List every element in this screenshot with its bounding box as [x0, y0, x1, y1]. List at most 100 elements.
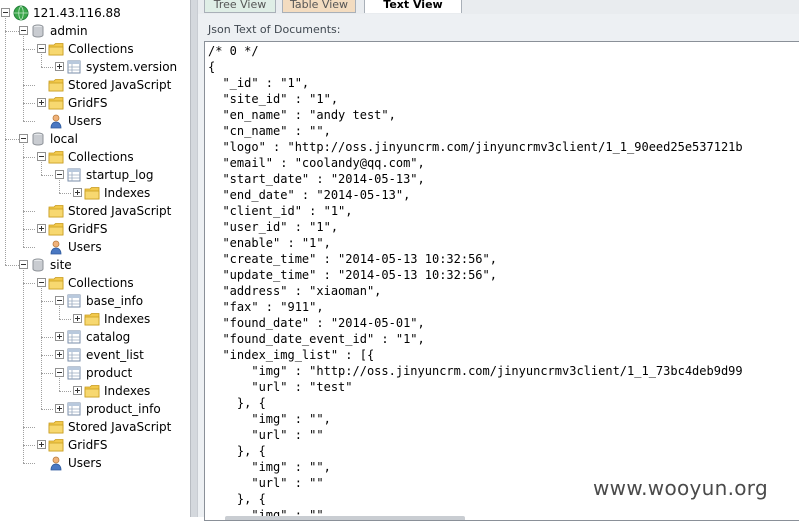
- tree-node-label: startup_log: [86, 168, 154, 182]
- tree-connector: [41, 301, 53, 302]
- json-line: "found_date" : "2014-05-01",: [222, 316, 425, 330]
- tree-connector: [41, 373, 53, 374]
- json-line: "found_date_event_id" : "1",: [222, 332, 425, 346]
- expand-icon[interactable]: [37, 440, 46, 449]
- tree-node-label: site: [50, 258, 72, 272]
- tab-text-view[interactable]: Text View: [364, 0, 462, 13]
- tab-table-view[interactable]: Table View: [282, 0, 356, 13]
- tree-node[interactable]: product: [0, 364, 190, 382]
- tree-connector: [41, 288, 42, 409]
- expand-icon[interactable]: [55, 62, 64, 71]
- tree-connector: [41, 54, 42, 67]
- tree-node[interactable]: local: [0, 130, 190, 148]
- tree-connector: [41, 355, 53, 356]
- tree-node[interactable]: system.version: [0, 58, 190, 76]
- tree-node[interactable]: Indexes: [0, 310, 190, 328]
- json-line: "enable" : "1",: [222, 236, 331, 250]
- json-line: }, {: [236, 396, 266, 410]
- tree-connector: [23, 427, 35, 428]
- tree-connector: [23, 157, 35, 158]
- tree-node-label: Indexes: [104, 312, 151, 326]
- database-icon: [30, 257, 46, 273]
- json-line: "url" : "": [251, 428, 324, 442]
- json-line: "address" : "xiaoman",: [222, 284, 382, 298]
- tree-connector: [41, 337, 53, 338]
- expand-icon[interactable]: [73, 188, 82, 197]
- tree-node[interactable]: product_info: [0, 400, 190, 418]
- json-text-area[interactable]: /* 0 */ { "_id" : "1", "site_id" : "1", …: [204, 41, 799, 521]
- expand-icon[interactable]: [55, 350, 64, 359]
- tree-connector: [23, 445, 35, 446]
- json-document-text: /* 0 */ { "_id" : "1", "site_id" : "1", …: [208, 43, 743, 520]
- tree-server-node[interactable]: 121.43.116.88: [0, 4, 190, 22]
- server-globe-icon: [13, 5, 29, 21]
- collapse-icon[interactable]: [37, 152, 46, 161]
- collapse-icon[interactable]: [19, 260, 28, 269]
- tree-node[interactable]: event_list: [0, 346, 190, 364]
- tree-connector: [5, 139, 19, 140]
- collection-icon: [66, 293, 82, 309]
- server-address: 121.43.116.88: [33, 6, 121, 20]
- tree-connector: [41, 175, 53, 176]
- tree-node-label: Indexes: [104, 186, 151, 200]
- tree-node-label: admin: [50, 24, 88, 38]
- folder-icon: [48, 203, 64, 219]
- panel-splitter[interactable]: [190, 0, 198, 517]
- folder-icon: [48, 149, 64, 165]
- json-line: "url" : "test": [251, 380, 353, 394]
- tree-node[interactable]: catalog: [0, 328, 190, 346]
- tree-node-label: Collections: [68, 150, 134, 164]
- tree-connector: [5, 265, 19, 266]
- tree-node[interactable]: startup_log: [0, 166, 190, 184]
- json-line: "client_id" : "1",: [222, 204, 353, 218]
- json-text-label: Json Text of Documents:: [208, 23, 341, 36]
- tree-node[interactable]: Indexes: [0, 184, 190, 202]
- expand-icon[interactable]: [37, 98, 46, 107]
- collection-icon: [66, 59, 82, 75]
- tree-node[interactable]: admin: [0, 22, 190, 40]
- json-line: "cn_name" : "",: [222, 124, 331, 138]
- expand-icon[interactable]: [73, 314, 82, 323]
- collapse-icon[interactable]: [37, 278, 46, 287]
- users-icon: [48, 239, 64, 255]
- tree-node-label: base_info: [86, 294, 144, 308]
- folder-icon: [48, 95, 64, 111]
- collection-icon: [66, 329, 82, 345]
- view-tabs: Tree View Table View Text View: [198, 0, 799, 14]
- folder-icon: [84, 185, 100, 201]
- collapse-icon[interactable]: [55, 368, 64, 377]
- json-line: {: [208, 60, 216, 74]
- json-line: /* 0 */: [208, 44, 259, 58]
- json-line: "index_img_list" : [{: [222, 348, 375, 362]
- expand-icon[interactable]: [55, 404, 64, 413]
- tree-connector: [59, 378, 60, 391]
- tree-node-label: product: [86, 366, 133, 380]
- expand-icon[interactable]: [55, 332, 64, 341]
- tree-node-label: Users: [68, 114, 102, 128]
- json-line: "logo" : "http://oss.jinyuncrm.com/jinyu…: [222, 140, 743, 154]
- collapse-icon[interactable]: [19, 26, 28, 35]
- expand-icon[interactable]: [37, 224, 46, 233]
- json-line: "site_id" : "1",: [222, 92, 339, 106]
- tree-connector: [23, 283, 35, 284]
- tree-node[interactable]: site: [0, 256, 190, 274]
- tree-connector: [41, 162, 42, 175]
- collapse-icon[interactable]: [55, 170, 64, 179]
- tree-connector: [23, 49, 35, 50]
- collapse-icon[interactable]: [1, 8, 10, 17]
- tree-node-label: Stored JavaScript: [68, 204, 172, 218]
- expand-icon[interactable]: [73, 386, 82, 395]
- json-line: "img" : "",: [251, 460, 331, 474]
- folder-icon: [48, 437, 64, 453]
- collapse-icon[interactable]: [55, 296, 64, 305]
- tree-node-label: local: [50, 132, 78, 146]
- json-line: }, {: [236, 492, 266, 506]
- tab-tree-view[interactable]: Tree View: [204, 0, 276, 13]
- database-icon: [30, 131, 46, 147]
- collapse-icon[interactable]: [37, 44, 46, 53]
- collapse-icon[interactable]: [19, 134, 28, 143]
- folder-icon: [48, 221, 64, 237]
- tree-node[interactable]: base_info: [0, 292, 190, 310]
- tree-node[interactable]: Indexes: [0, 382, 190, 400]
- connection-tree: 121.43.116.88 admin Collections system.vers…: [0, 0, 190, 517]
